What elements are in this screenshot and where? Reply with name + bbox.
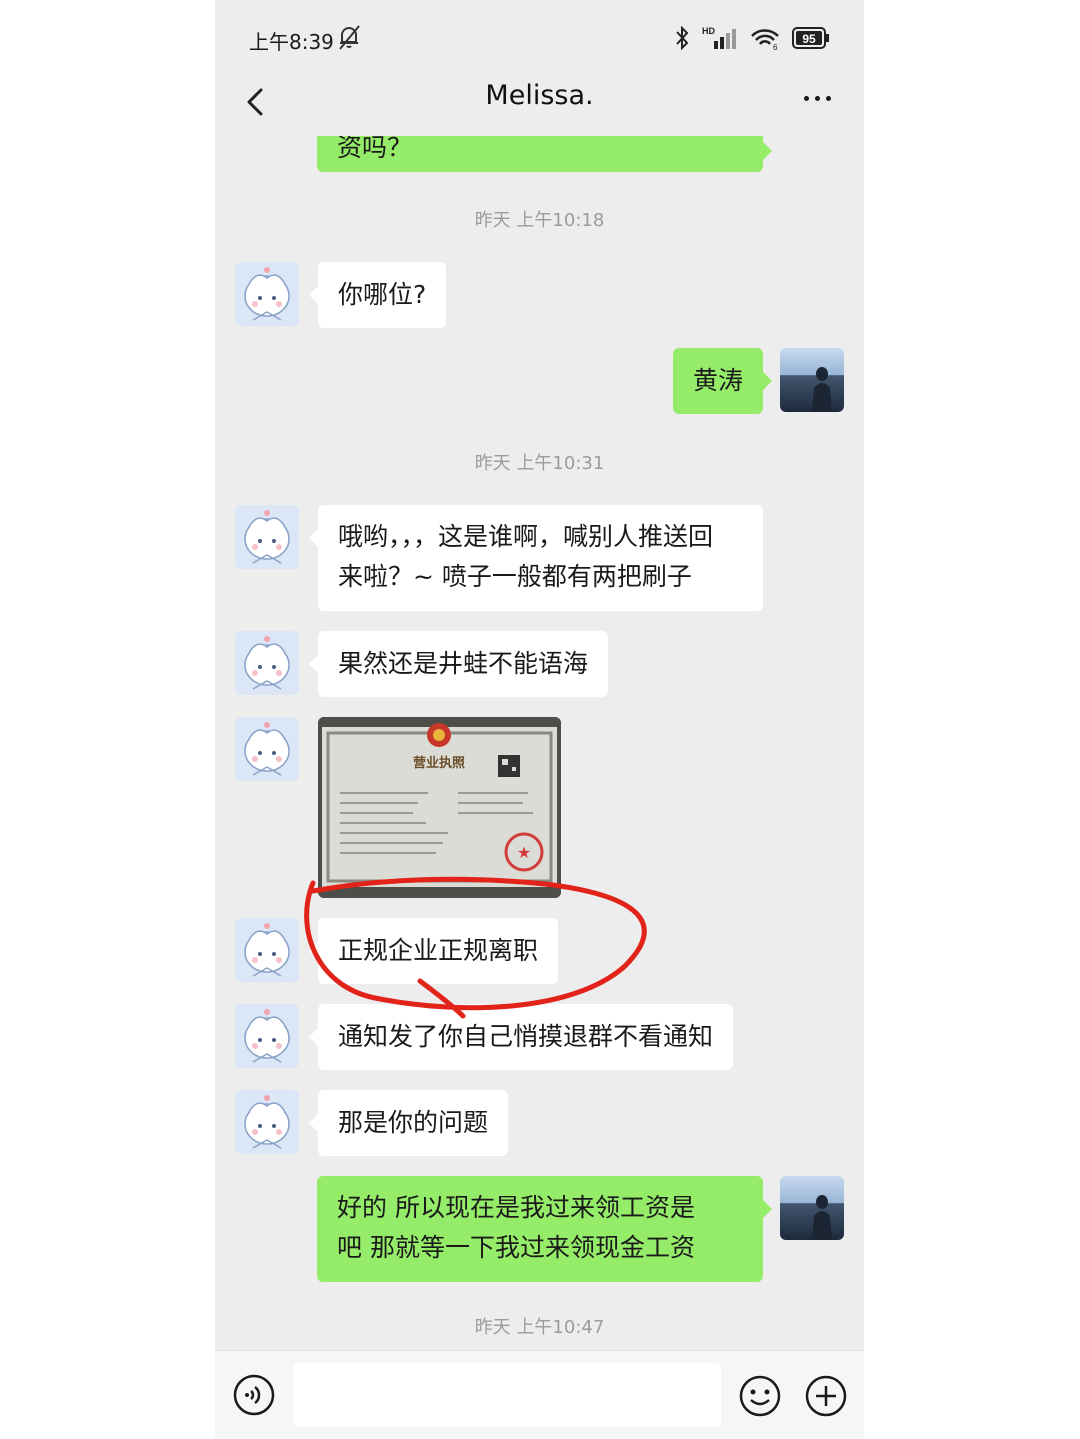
contact-avatar[interactable] <box>235 717 299 781</box>
chat-header: Melissa. <box>215 70 864 136</box>
message-bubble-incoming[interactable]: 那是你的问题 <box>308 1090 509 1156</box>
cartoon-avatar-icon <box>244 1095 290 1149</box>
cartoon-avatar-icon <box>244 636 290 690</box>
my-avatar[interactable] <box>780 1176 844 1240</box>
status-bar: 上午8:39 HD 6 95 <box>215 0 864 70</box>
timestamp: 昨天 上午10:31 <box>474 453 605 474</box>
cartoon-avatar-icon <box>244 510 290 564</box>
qr-code-icon <box>498 755 520 777</box>
status-time: 上午8:39 <box>249 30 334 54</box>
contact-avatar[interactable] <box>235 262 299 326</box>
svg-text:★: ★ <box>517 843 531 862</box>
message-text: 正规企业正规离职 <box>338 936 539 965</box>
message-bubble-incoming[interactable]: 果然还是井蛙不能语海 <box>308 631 609 697</box>
battery-icon: 95 <box>792 27 829 49</box>
message-text: 果然还是井蛙不能语海 <box>338 649 589 678</box>
cartoon-avatar-icon <box>244 1009 290 1063</box>
chat-title: Melissa. <box>485 80 594 111</box>
my-avatar[interactable] <box>780 348 844 412</box>
input-bar <box>215 1350 864 1439</box>
cartoon-avatar-icon <box>244 722 290 776</box>
message-bubble-incoming[interactable]: 哦哟，，，这是谁啊，喊别人推送回 来啦？~ 喷子一般都有两把刷子 <box>309 505 763 611</box>
wifi-icon: 6 <box>751 29 779 51</box>
message-input[interactable] <box>293 1363 721 1427</box>
message-text-line: 哦哟，，，这是谁啊，喊别人推送回 <box>338 522 714 551</box>
timestamp: 昨天 上午10:47 <box>474 1317 605 1338</box>
person-silhouette-icon <box>812 367 832 412</box>
message-bubble-incoming[interactable]: 通知发了你自己悄摸退群不看通知 <box>308 1004 734 1070</box>
bluetooth-icon <box>676 25 689 51</box>
add-plus-icon[interactable] <box>804 1374 848 1418</box>
contact-avatar[interactable] <box>235 918 299 982</box>
license-title: 营业执照 <box>413 755 465 771</box>
chat-screen: 上午8:39 HD 6 95 Melissa. 资吗？ 昨天 上午10:18 你… <box>215 0 864 1439</box>
cartoon-avatar-icon <box>244 267 290 321</box>
message-bubble-outgoing[interactable]: 好的 所以现在是我过来领工资是 吧 那就等一下我过来领现金工资 <box>317 1176 772 1282</box>
emoji-icon[interactable] <box>738 1374 782 1418</box>
message-list[interactable]: 资吗？ 昨天 上午10:18 你哪位? 黄涛 昨天 上午10:31 哦哟，，，这… <box>215 136 864 1350</box>
person-silhouette-icon <box>812 1195 832 1240</box>
message-bubble-incoming[interactable]: 正规企业正规离职 <box>308 918 559 984</box>
hd-label: HD <box>702 26 715 36</box>
message-text-line: 好的 所以现在是我过来领工资是 <box>337 1193 695 1222</box>
signal-icon: HD <box>702 26 736 49</box>
message-bubble-incoming[interactable]: 你哪位? <box>308 262 447 328</box>
contact-avatar[interactable] <box>235 631 299 695</box>
message-text-line: 来啦？~ 喷子一般都有两把刷子 <box>338 562 692 591</box>
contact-avatar[interactable] <box>235 1090 299 1154</box>
message-text: 黄涛 <box>692 366 743 395</box>
message-bubble-outgoing[interactable]: 资吗？ <box>317 136 772 172</box>
cartoon-avatar-icon <box>244 923 290 977</box>
battery-level: 95 <box>802 32 816 46</box>
contact-avatar[interactable] <box>235 1004 299 1068</box>
more-options-button[interactable] <box>800 82 840 122</box>
message-text: 那是你的问题 <box>338 1108 489 1137</box>
license-photo: 营业执照 ★ <box>318 717 561 898</box>
contact-avatar[interactable] <box>235 505 299 569</box>
business-license-image[interactable]: 营业执照 ★ <box>318 717 561 898</box>
message-text: 你哪位? <box>338 280 427 309</box>
voice-input-icon[interactable] <box>233 1374 275 1416</box>
mute-bell-icon <box>339 25 360 50</box>
status-icons: HD 6 95 <box>674 24 830 52</box>
timestamp: 昨天 上午10:18 <box>474 210 605 231</box>
more-dots-icon <box>804 96 831 101</box>
message-text: 通知发了你自己悄摸退群不看通知 <box>338 1022 714 1051</box>
message-text-line: 吧 那就等一下我过来领现金工资 <box>337 1233 695 1262</box>
wifi-band-label: 6 <box>773 43 778 51</box>
message-bubble-outgoing[interactable]: 黄涛 <box>672 348 773 414</box>
message-text: 资吗？ <box>337 136 413 162</box>
